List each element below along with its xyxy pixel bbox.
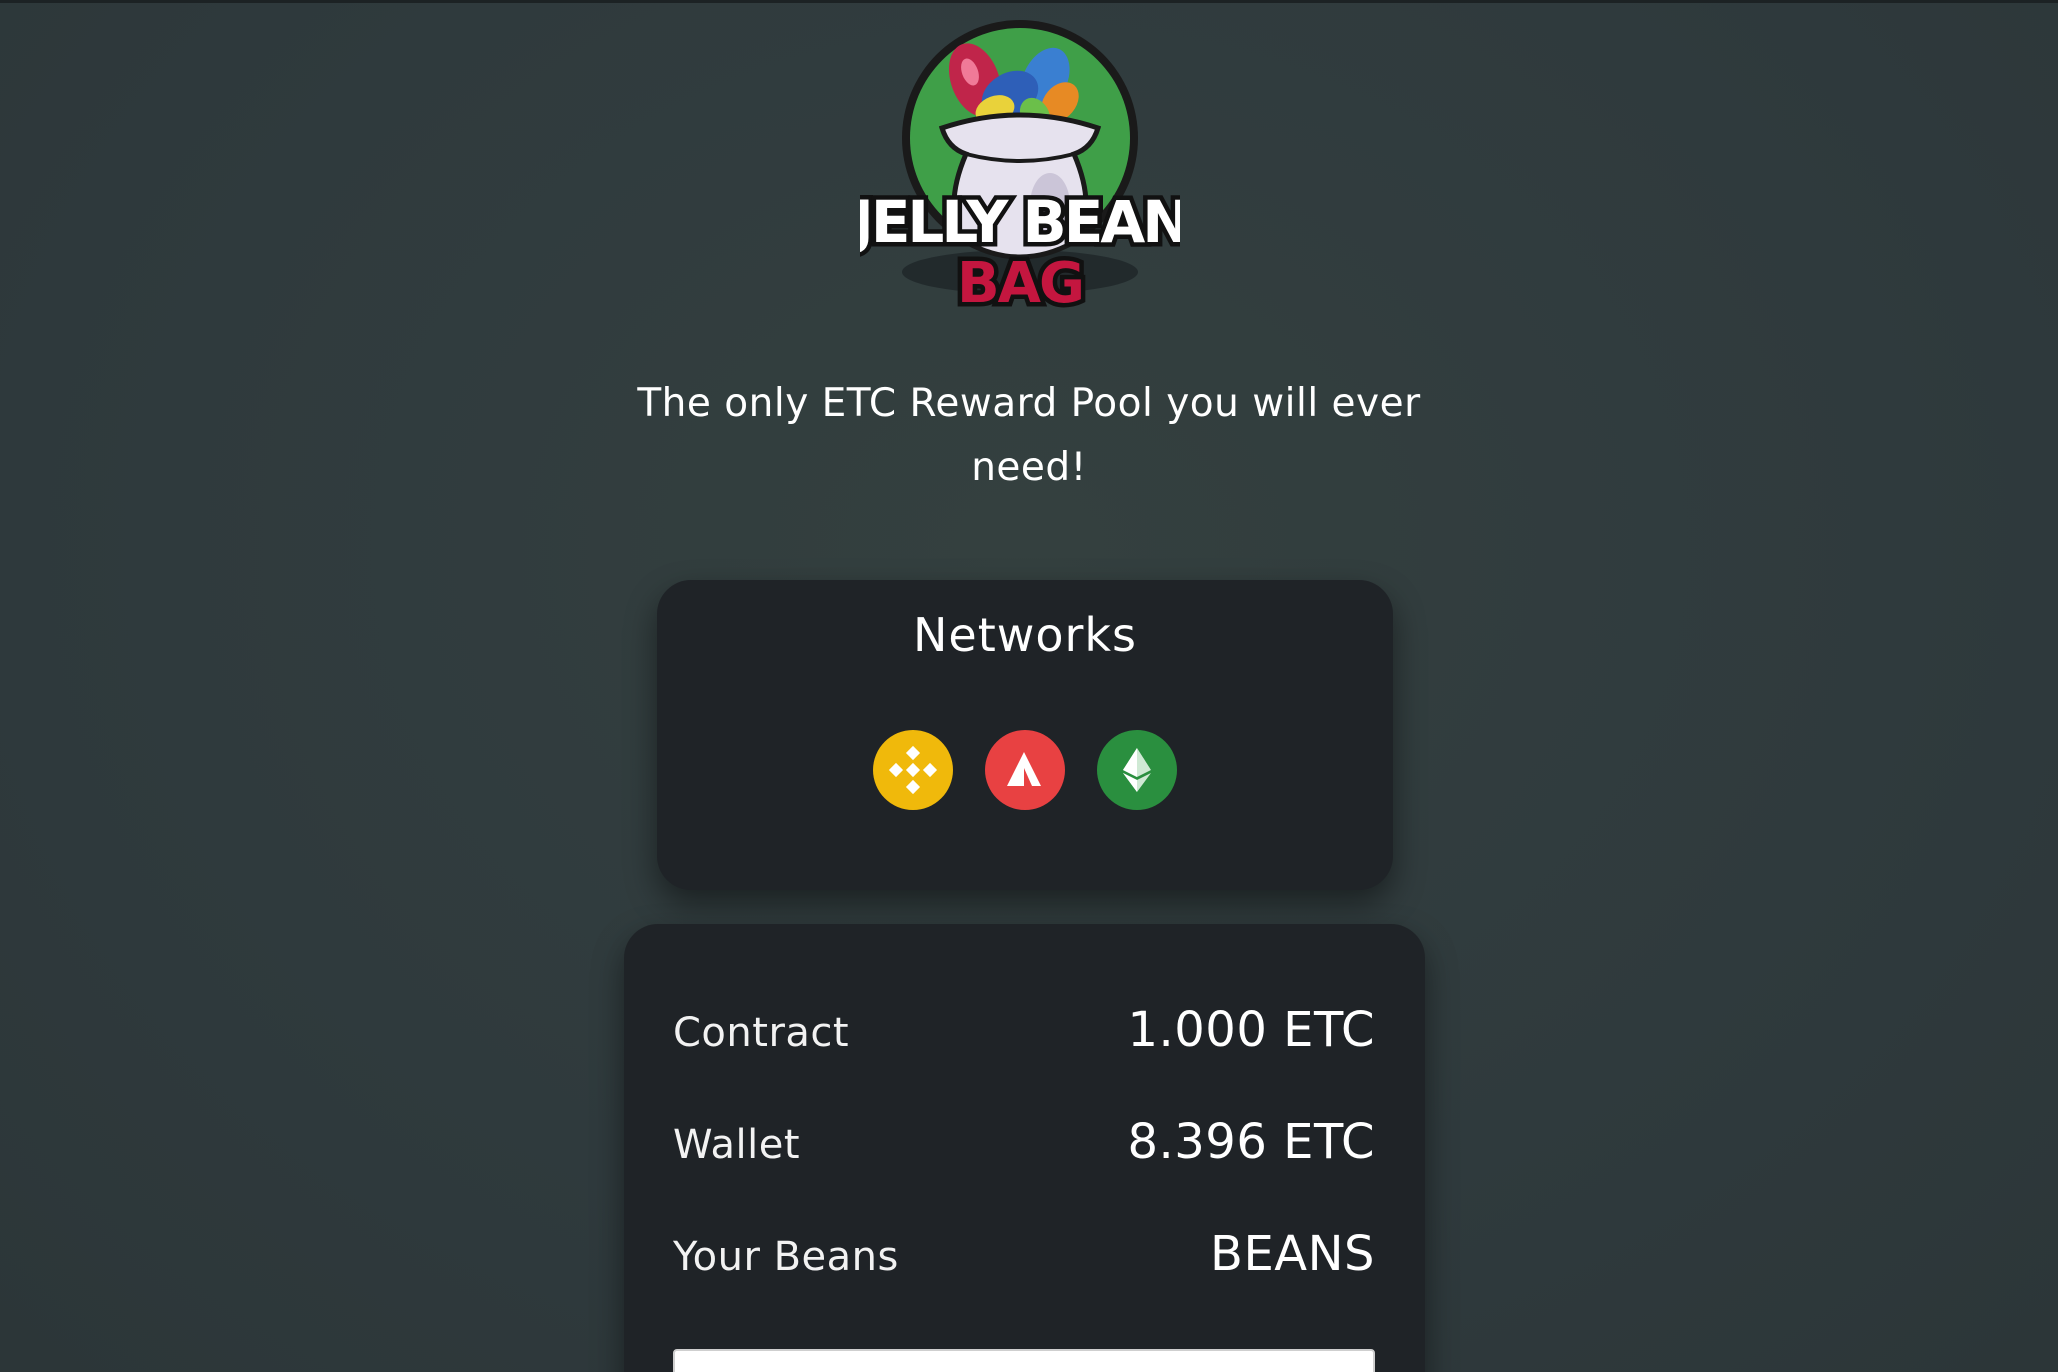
contract-row: Contract 1.000 ETC (673, 1002, 1375, 1058)
beans-value: BEANS (1210, 1226, 1375, 1282)
logo-text-line2: BAG (957, 251, 1083, 316)
tagline: The only ETC Reward Pool you will ever n… (637, 381, 1421, 490)
beans-row: Your Beans BEANS (673, 1226, 1375, 1282)
bnb-chain-icon[interactable] (873, 730, 953, 810)
wallet-label: Wallet (673, 1122, 801, 1168)
contract-value: 1.000 ETC (1127, 1002, 1375, 1058)
ethereum-classic-icon[interactable] (1097, 730, 1177, 810)
wallet-value: 8.396 ETC (1127, 1114, 1375, 1170)
contract-label: Contract (673, 1010, 850, 1056)
stats-card: Contract 1.000 ETC Wallet 8.396 ETC Your… (624, 924, 1425, 1372)
networks-title: Networks (912, 608, 1138, 662)
top-border (0, 0, 2058, 3)
wallet-row: Wallet 8.396 ETC (673, 1114, 1375, 1170)
amount-input[interactable] (673, 1349, 1375, 1372)
network-icons (657, 730, 1393, 810)
beans-label: Your Beans (673, 1234, 899, 1280)
networks-card: Networks (657, 580, 1393, 890)
jelly-bean-bag-logo: JELLY BEAN BAG (844, 10, 1195, 321)
avalanche-icon[interactable] (985, 730, 1065, 810)
logo-text-line1: JELLY BEAN (860, 188, 1180, 256)
page: JELLY BEAN BAG The only ETC Reward Pool … (0, 0, 2058, 1372)
